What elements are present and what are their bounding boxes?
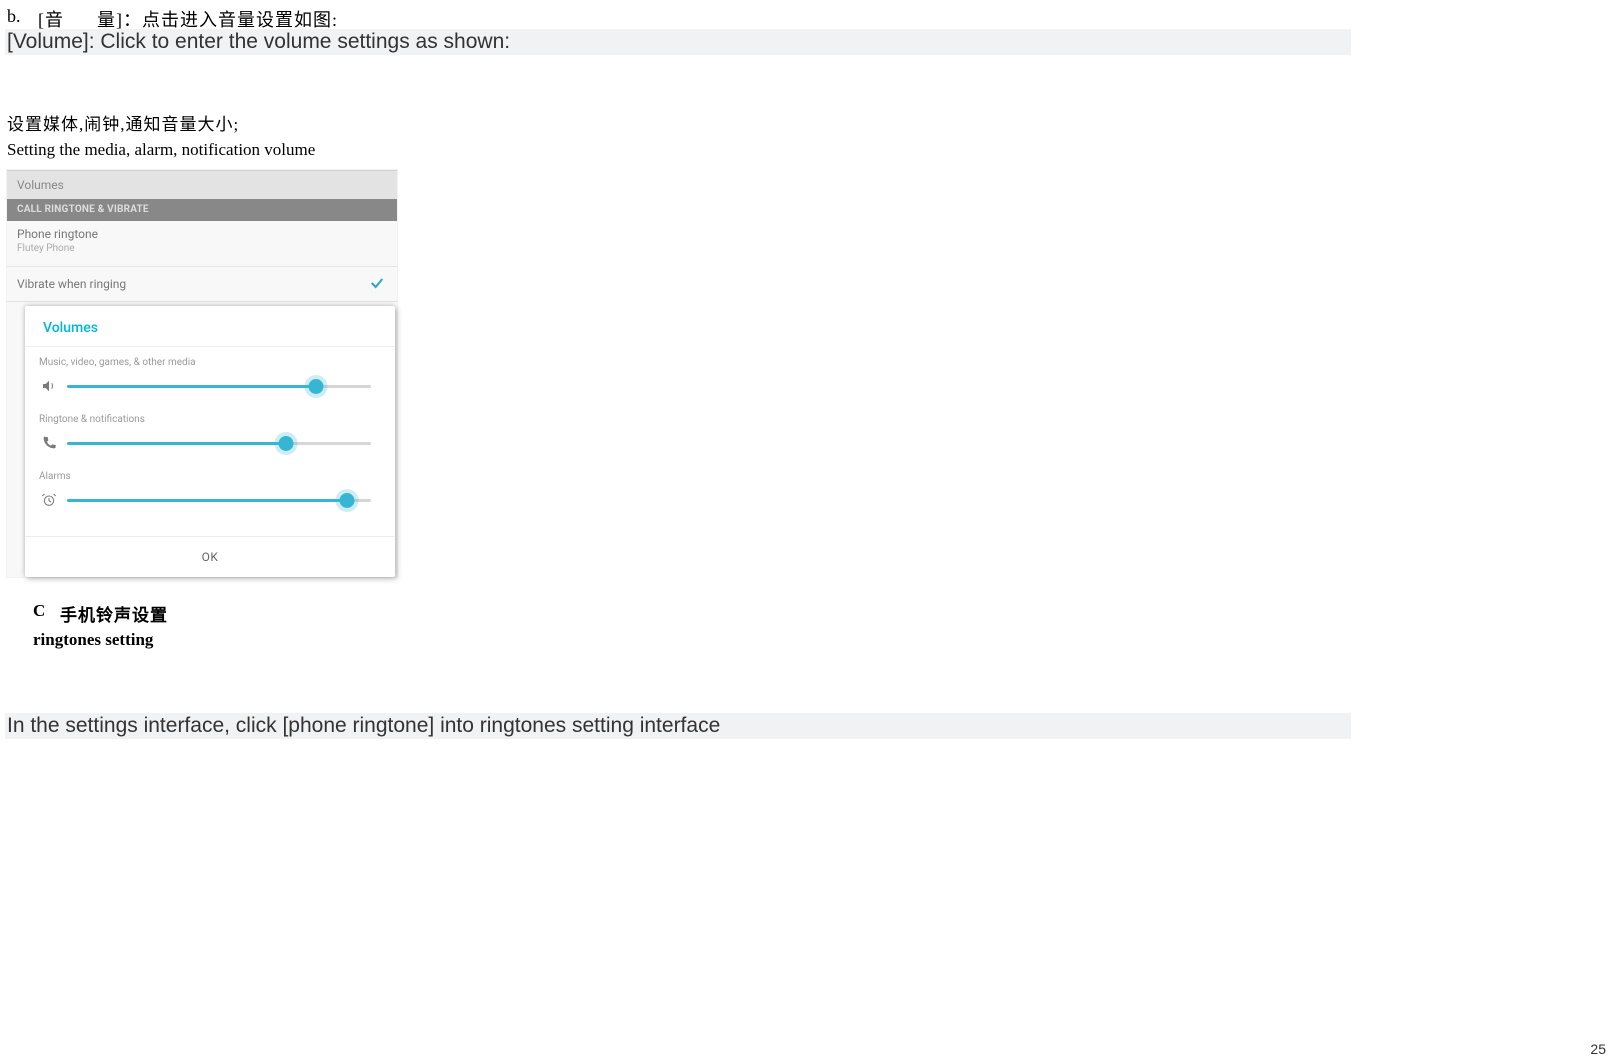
slider-ringtone-label: Ringtone & notifications <box>25 404 395 425</box>
screenshot-header: Volumes <box>7 170 397 199</box>
row-phone-ringtone-label: Phone ringtone <box>17 227 387 241</box>
alarm-clock-icon <box>41 492 57 508</box>
volumes-dialog: Volumes Music, video, games, & other med… <box>25 306 395 577</box>
vol-desc-cn: 设置媒体,闹钟,通知音量大小; <box>7 110 239 135</box>
row-vibrate-label: Vibrate when ringing <box>17 277 126 291</box>
slider-alarms[interactable] <box>39 486 381 518</box>
page-number: 25 <box>1590 1041 1606 1057</box>
vol-desc-en: Setting the media, alarm, notification v… <box>7 140 315 160</box>
heading-c-en: ringtones setting <box>33 630 153 650</box>
checkbox-checked-icon[interactable] <box>369 275 385 291</box>
slider-media-label: Music, video, games, & other media <box>25 347 395 368</box>
phone-icon <box>41 435 57 451</box>
ringtone-desc-en: In the settings interface, click [phone … <box>7 714 720 738</box>
heading-b-en: [Volume]: Click to enter the volume sett… <box>7 30 510 54</box>
section-band-call-ringtone: CALL RINGTONE & VIBRATE <box>7 199 397 221</box>
row-phone-ringtone[interactable]: Phone ringtone Flutey Phone <box>7 221 397 267</box>
row-vibrate-when-ringing[interactable]: Vibrate when ringing <box>7 267 397 302</box>
row-phone-ringtone-value: Flutey Phone <box>17 243 387 254</box>
slider-alarms-label: Alarms <box>25 461 395 482</box>
heading-c-cn: 手机铃声设置 <box>60 601 168 626</box>
slider-ringtone[interactable] <box>39 429 381 461</box>
slider-media[interactable] <box>39 372 381 404</box>
list-marker-b: b. <box>7 6 21 27</box>
ok-button[interactable]: OK <box>25 536 395 577</box>
speaker-icon <box>41 378 57 394</box>
dialog-title: Volumes <box>25 306 395 347</box>
volume-settings-screenshot: Volumes CALL RINGTONE & VIBRATE Phone ri… <box>7 170 397 577</box>
list-marker-c: C <box>33 601 45 621</box>
